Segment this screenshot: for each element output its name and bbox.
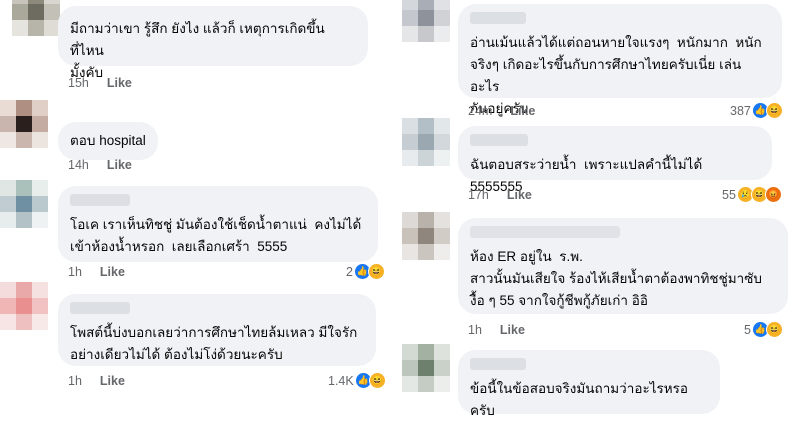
comment-text: ข้อนี้ในข้อสอบจริงมันถามว่าอะไรหรอครับ	[470, 381, 688, 418]
haha-icon: 😆	[367, 263, 385, 280]
comment-text: โพสต์นี้บ่งบอกเลยว่าการศึกษาไทยล้มเหลว ม…	[70, 325, 358, 362]
commenter-name-blurred[interactable]	[70, 302, 130, 314]
comment-meta: 1h Like	[468, 323, 525, 337]
comment-bubble: ข้อนี้ในข้อสอบจริงมันถามว่าอะไรหรอครับ	[458, 350, 720, 418]
haha-icon: 😆	[765, 321, 783, 338]
commenter-name-blurred[interactable]	[470, 226, 620, 238]
like-link[interactable]: Like	[507, 188, 532, 202]
comment-avatar[interactable]	[402, 212, 450, 260]
commenter-name-blurred[interactable]	[470, 134, 528, 146]
comment-time[interactable]: 15h	[68, 76, 89, 90]
comment-meta: 1h Like	[68, 374, 125, 388]
reaction-count: 1.4K	[328, 373, 354, 388]
comment-meta: 17h Like	[468, 188, 532, 202]
comment-time[interactable]: 14h	[68, 158, 89, 172]
comment-bubble: ห้อง ER อยู่ใน ร.พ. สาวนั้นมันเสียใจ ร้อ…	[458, 218, 788, 314]
like-link[interactable]: Like	[500, 323, 525, 337]
comment-text: ห้อง ER อยู่ใน ร.พ. สาวนั้นมันเสียใจ ร้อ…	[470, 249, 762, 308]
comment-time[interactable]: 24m	[468, 104, 492, 118]
commenter-name-blurred[interactable]	[70, 194, 130, 206]
like-link[interactable]: Like	[100, 374, 125, 388]
reaction-count: 387	[730, 103, 751, 118]
comment-time[interactable]: 17h	[468, 188, 489, 202]
comment-bubble: โพสต์นี้บ่งบอกเลยว่าการศึกษาไทยล้มเหลว ม…	[58, 294, 376, 366]
comment-avatar[interactable]	[0, 100, 48, 148]
comment-bubble: ฉันตอบสระว่ายน้ำ เพราะแปลคำนี้ไม่ได้ 555…	[458, 126, 772, 194]
comment-avatar[interactable]	[402, 344, 450, 392]
comment-time[interactable]: 1h	[68, 265, 82, 279]
comment-time[interactable]: 1h	[468, 323, 482, 337]
comment-bubble: ตอบ hospital	[58, 122, 158, 160]
column-gap	[394, 0, 406, 402]
like-link[interactable]: Like	[107, 158, 132, 172]
haha-icon: 😆	[368, 372, 386, 389]
comment-avatar[interactable]	[0, 282, 48, 330]
comment-avatar[interactable]	[402, 118, 450, 166]
reaction-count: 55	[722, 187, 736, 202]
like-link[interactable]: Like	[510, 104, 535, 118]
commenter-name-blurred[interactable]	[470, 12, 526, 24]
comment-avatar[interactable]	[402, 0, 450, 42]
haha-icon: 😆	[765, 102, 783, 119]
comment-meta: 1h Like	[68, 265, 125, 279]
comment-text: โอเค เราเห็นทิชชู่ มันต้องใช้เช็ดน้ำตาแน…	[70, 217, 362, 254]
reaction-summary[interactable]: 2 👍 😆	[346, 263, 385, 280]
comment-time[interactable]: 1h	[68, 374, 82, 388]
comment-text: ตอบ hospital	[70, 133, 146, 148]
comment-meta: 15h Like	[68, 76, 132, 90]
reaction-summary[interactable]: 55 😢 😆 😡	[722, 186, 782, 203]
comment-avatar[interactable]	[0, 180, 48, 228]
comment-text: มีถามว่าเขา รู้สึก ยังไง แล้วก็ เหตุการเ…	[70, 21, 325, 80]
angry-icon: 😡	[764, 186, 782, 203]
comment-bubble: โอเค เราเห็นทิชชู่ มันต้องใช้เช็ดน้ำตาแน…	[58, 186, 378, 262]
reaction-summary[interactable]: 387 👍 😆	[730, 102, 783, 119]
comment-meta: 14h Like	[68, 158, 132, 172]
like-link[interactable]: Like	[107, 76, 132, 90]
commenter-name-blurred[interactable]	[470, 358, 526, 370]
comment-avatar[interactable]	[12, 0, 60, 36]
reaction-summary[interactable]: 1.4K 👍 😆	[328, 372, 386, 389]
comment-bubble: อ่านเม้นแล้วได้แต่ถอนหายใจแรงๆ หนักมาก ห…	[458, 4, 782, 116]
comment-meta: 24m Like	[468, 104, 535, 118]
reaction-count: 5	[744, 322, 751, 337]
comment-bubble: มีถามว่าเขา รู้สึก ยังไง แล้วก็ เหตุการเ…	[58, 6, 368, 80]
reaction-count: 2	[346, 264, 353, 279]
like-link[interactable]: Like	[100, 265, 125, 279]
reaction-summary[interactable]: 5 👍 😆	[744, 321, 783, 338]
